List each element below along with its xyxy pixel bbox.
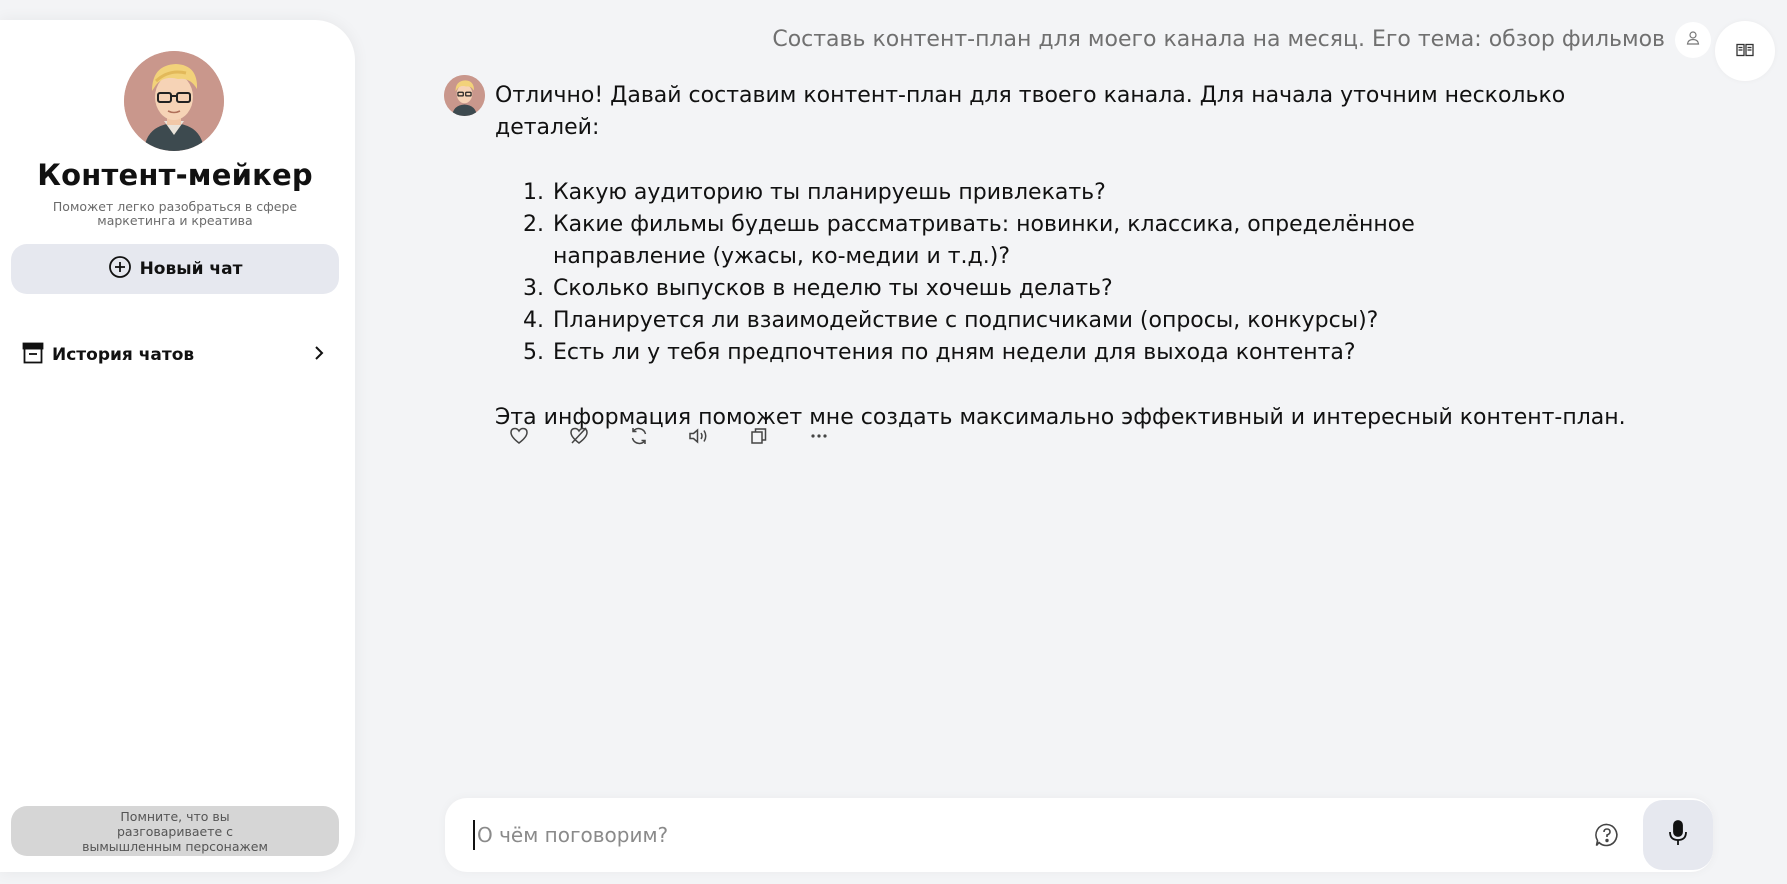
list-item: Планируется ли взаимодействие с подписчи… [551,305,1675,337]
voice-input-button[interactable] [1643,800,1713,870]
message-actions [505,422,833,450]
heart-icon[interactable] [505,422,533,450]
chevron-right-icon [311,345,327,365]
message-composer [445,798,1713,872]
user-icon [1685,30,1701,50]
reminder-banner: Помните, что вы разговариваете с вымышле… [11,806,339,856]
bot-reply: Отлично! Давай составим контент-план для… [495,80,1675,434]
reply-intro: Отлично! Давай составим контент-план для… [495,83,1566,140]
list-item: Какие фильмы будешь рассматривать: новин… [551,209,1675,273]
user-avatar[interactable] [1675,22,1711,58]
copy-icon[interactable] [745,422,773,450]
more-icon[interactable] [805,422,833,450]
reading-mode-button[interactable] [1715,21,1775,81]
list-item: Какую аудиторию ты планируешь привлекать… [551,177,1675,209]
list-item: Есть ли у тебя предпочтения по дням неде… [551,337,1675,369]
microphone-icon [1667,819,1689,851]
sidebar: Контент-мейкер Поможет легко разобраться… [0,20,355,872]
chat-history-toggle[interactable]: История чатов [22,340,327,370]
chat-history-label: История чатов [52,345,195,365]
user-message: Составь контент-план для моего канала на… [772,27,1665,52]
list-item: Сколько выпусков в неделю ты хочешь дела… [551,273,1675,305]
new-chat-label: Новый чат [139,259,243,279]
bot-message-avatar [444,75,485,116]
bot-avatar [124,51,224,151]
bot-name: Контент-мейкер [37,158,313,192]
regenerate-icon[interactable] [625,422,653,450]
book-icon [1736,42,1754,61]
speaker-icon[interactable] [685,422,713,450]
help-icon[interactable] [1592,820,1622,850]
message-input[interactable] [473,820,1573,850]
dislike-icon[interactable] [565,422,593,450]
plus-circle-icon [108,255,132,284]
reply-list: Какую аудиторию ты планируешь привлекать… [551,177,1675,369]
reminder-text: Помните, что вы разговариваете с вымышле… [82,808,268,854]
bot-description: Поможет легко разобраться в сфере маркет… [52,199,298,228]
new-chat-button[interactable]: Новый чат [11,244,339,294]
archive-icon [22,342,44,368]
